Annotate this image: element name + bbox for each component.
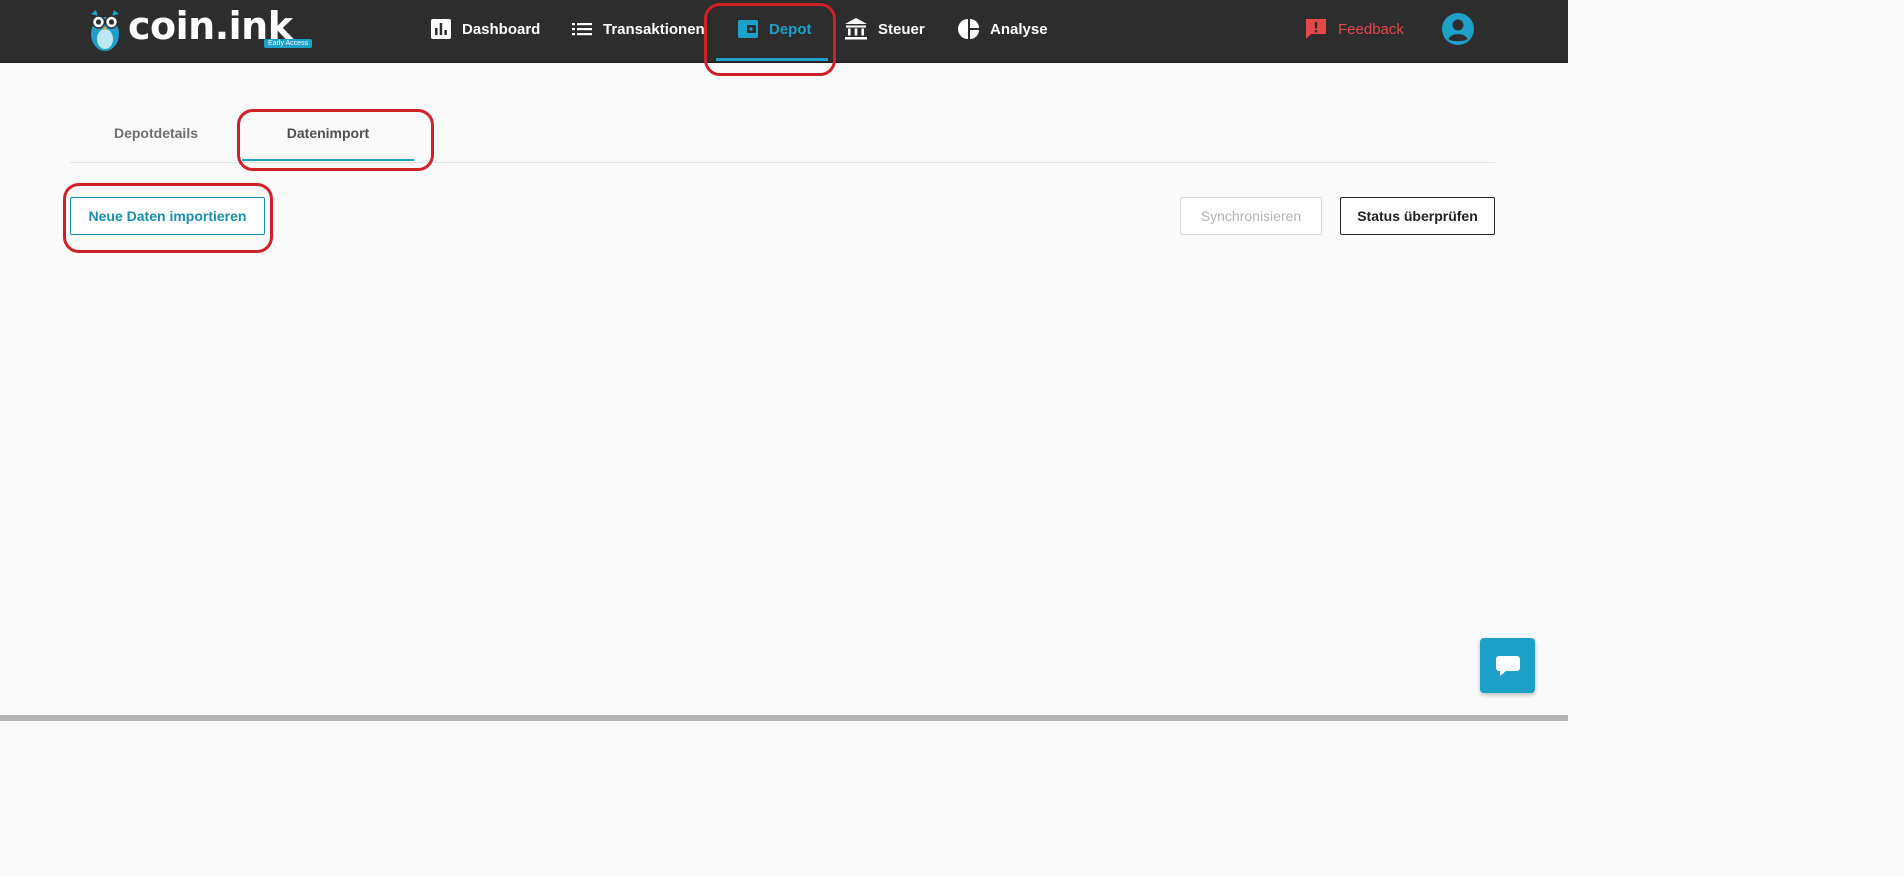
bar-chart-icon xyxy=(431,19,451,39)
import-new-data-button[interactable]: Neue Daten importieren xyxy=(70,197,265,235)
chat-bubble-icon xyxy=(1495,655,1520,676)
nav-dashboard[interactable]: Dashboard xyxy=(430,0,540,58)
owl-logo-icon xyxy=(91,10,119,51)
tab-depotdetails-label: Depotdetails xyxy=(113,125,198,141)
bank-icon xyxy=(845,18,867,40)
tab-active-indicator xyxy=(242,159,414,161)
nav-depot-label: Depot xyxy=(769,20,812,38)
nav-active-indicator xyxy=(716,58,828,61)
chat-button[interactable] xyxy=(1480,638,1535,693)
nav-transaktionen-label: Transaktionen xyxy=(603,20,705,38)
import-new-data-label: Neue Daten importieren xyxy=(88,208,247,224)
nav-analyse-label: Analyse xyxy=(990,20,1048,38)
nav-transaktionen[interactable]: Transaktionen xyxy=(571,0,705,58)
nav-steuer-label: Steuer xyxy=(878,20,925,38)
list-icon xyxy=(572,23,592,36)
early-access-badge: Early Access xyxy=(264,39,313,48)
nav-depot[interactable]: Depot xyxy=(737,0,812,58)
tab-datenimport-label: Datenimport xyxy=(286,125,370,141)
nav-steuer[interactable]: Steuer xyxy=(844,0,925,58)
tab-depotdetails[interactable]: Depotdetails xyxy=(70,104,242,162)
tab-datenimport[interactable]: Datenimport xyxy=(242,104,414,162)
synchronize-label: Synchronisieren xyxy=(1200,208,1302,224)
feedback-label: Feedback xyxy=(1338,20,1404,38)
feedback-icon xyxy=(1306,19,1326,39)
nav-analyse[interactable]: Analyse xyxy=(958,0,1048,58)
wallet-icon xyxy=(738,20,758,38)
depot-tabs: Depotdetails Datenimport xyxy=(70,104,1495,163)
nav-dashboard-label: Dashboard xyxy=(462,20,541,38)
bottom-border xyxy=(0,715,1568,721)
account-circle-icon[interactable] xyxy=(1441,12,1475,46)
check-status-button[interactable]: Status überprüfen xyxy=(1340,197,1495,235)
check-status-label: Status überprüfen xyxy=(1357,208,1478,224)
pie-chart-icon xyxy=(958,19,979,39)
top-navigation-bar: coin.ink Early Access Dashboard Transakt… xyxy=(0,0,1568,63)
feedback-button[interactable]: Feedback xyxy=(1304,0,1404,58)
synchronize-button[interactable]: Synchronisieren xyxy=(1180,197,1322,235)
